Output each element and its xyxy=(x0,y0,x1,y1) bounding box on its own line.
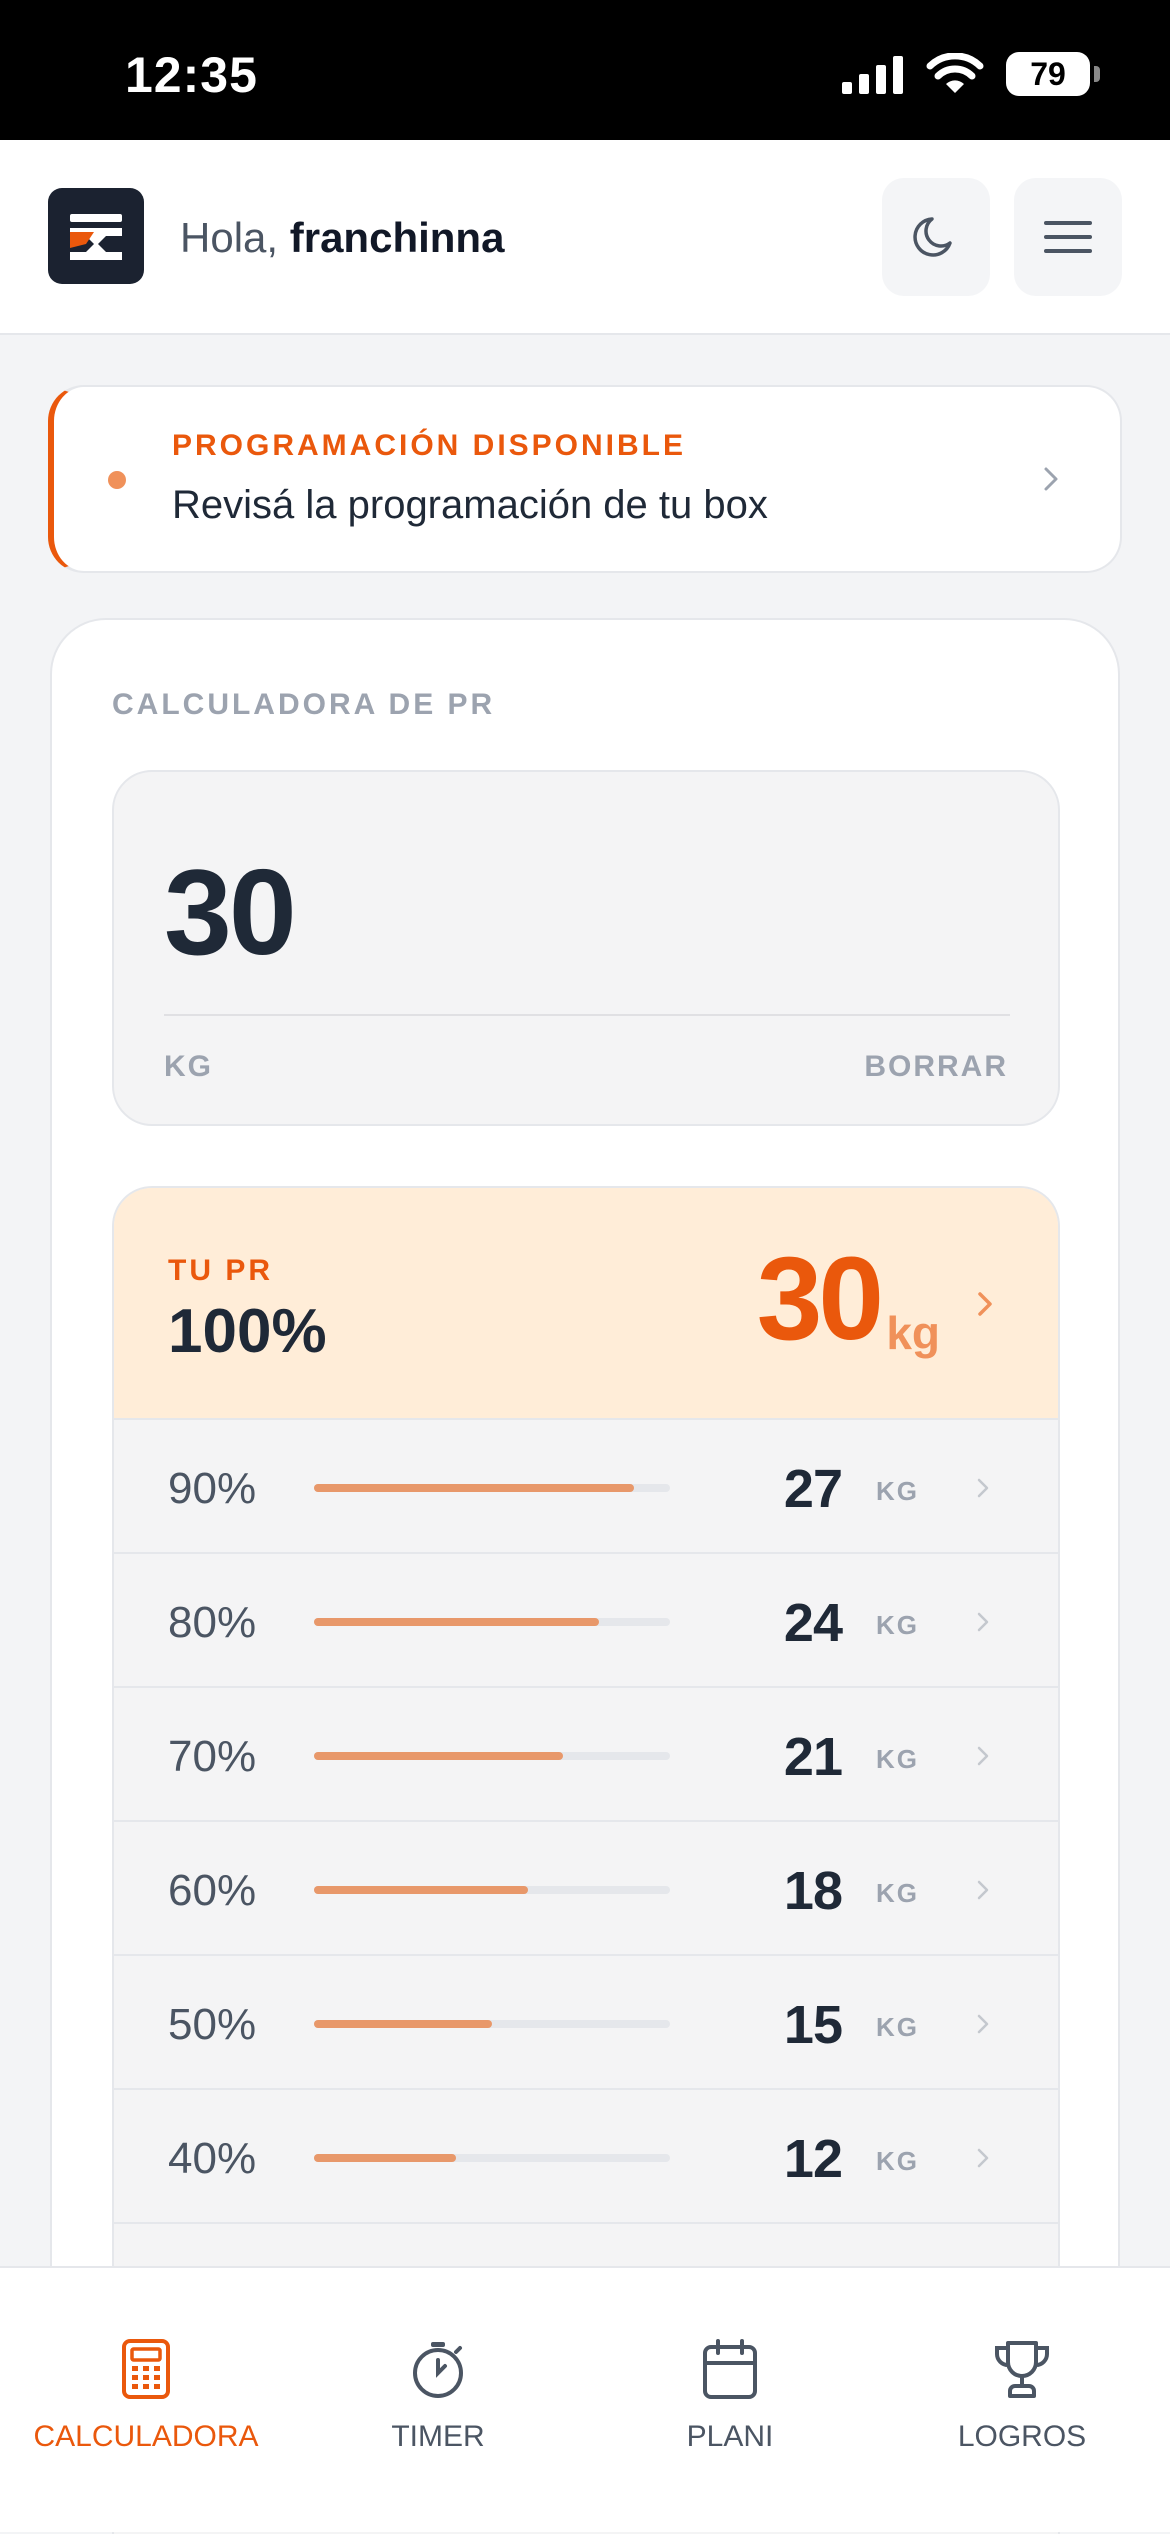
chevron-right-icon xyxy=(977,2014,989,2034)
nav-calculadora[interactable]: CALCULADORA xyxy=(0,2338,292,2454)
username: franchinna xyxy=(289,214,505,261)
row-weight: 18 xyxy=(783,1861,843,1921)
calculator-title: CALCULADORA DE PR xyxy=(112,688,496,721)
greeting: Hola, franchinna xyxy=(180,214,504,262)
chevron-right-icon xyxy=(977,2148,989,2168)
percentage-bar-fill xyxy=(314,2154,457,2162)
row-weight: 24 xyxy=(783,1593,843,1653)
calculator-icon xyxy=(122,2339,170,2399)
row-unit: KG xyxy=(876,1610,919,1640)
moon-icon xyxy=(913,217,952,257)
nav-timer[interactable]: TIMER xyxy=(292,2338,584,2454)
status-icons: 79 xyxy=(842,52,1100,96)
row-unit: KG xyxy=(876,2146,919,2176)
row-unit: KG xyxy=(876,1476,919,1506)
calendar-icon xyxy=(703,2339,757,2399)
stopwatch-icon xyxy=(413,2342,463,2398)
notice-title: PROGRAMACIÓN DISPONIBLE xyxy=(172,429,687,462)
row-percent: 80% xyxy=(168,1598,257,1647)
notice-text: Revisá la programación de tu box xyxy=(172,483,768,527)
row-weight: 27 xyxy=(783,1459,843,1519)
schedule-available-banner[interactable]: PROGRAMACIÓN DISPONIBLE Revisá la progra… xyxy=(48,385,1122,573)
chevron-right-icon xyxy=(977,1478,989,1498)
chevron-right-icon xyxy=(1044,467,1058,491)
percentage-bar xyxy=(314,2154,670,2162)
notice-dot xyxy=(108,471,126,489)
wifi-icon xyxy=(926,53,984,93)
percentage-row[interactable]: 90% 27 KG xyxy=(114,1420,1058,1554)
status-bar: 12:35 79 xyxy=(0,0,1170,140)
pr-percent: 100% xyxy=(168,1297,327,1366)
percentage-bar-fill xyxy=(314,2020,492,2028)
chevron-right-icon xyxy=(977,1880,989,1900)
hamburger-menu-icon xyxy=(1044,221,1092,253)
percentage-bar-fill xyxy=(314,1886,528,1894)
percentage-row[interactable]: 80% 24 KG xyxy=(114,1554,1058,1688)
percentage-row[interactable]: 50% 15 KG xyxy=(114,1956,1058,2090)
nav-logros-label: LOGROS xyxy=(957,2420,1087,2453)
theme-toggle-button[interactable] xyxy=(882,178,990,296)
percentage-bar xyxy=(314,1752,670,1760)
nav-logros[interactable]: LOGROS xyxy=(876,2338,1168,2454)
row-percent: 40% xyxy=(168,2134,257,2183)
percentage-row[interactable]: 60% 18 KG xyxy=(114,1822,1058,1956)
nav-plani-label: PLANI xyxy=(686,2420,774,2453)
percentage-row[interactable]: 40% 12 KG xyxy=(114,2090,1058,2224)
percentage-bar xyxy=(314,1484,670,1492)
pr-unit: kg xyxy=(886,1307,940,1359)
percentage-bar xyxy=(314,1886,670,1894)
percentage-bar-fill xyxy=(314,1618,599,1626)
clear-button[interactable]: BORRAR xyxy=(864,1050,1008,1084)
weight-input-box[interactable]: 30 KG BORRAR xyxy=(112,770,1060,1126)
row-weight: 21 xyxy=(783,1727,843,1787)
percentage-row[interactable]: 70% 21 KG xyxy=(114,1688,1058,1822)
status-time: 12:35 xyxy=(125,47,258,103)
percentage-bar xyxy=(314,2020,670,2028)
menu-button[interactable] xyxy=(1014,178,1122,296)
chevron-right-icon xyxy=(977,1746,989,1766)
pr-row[interactable]: TU PR 100% 30 kg xyxy=(114,1188,1058,1420)
pr-value: 30 xyxy=(756,1233,884,1365)
pr-calculator-card: CALCULADORA DE PR 30 KG BORRAR TU PR 100… xyxy=(50,618,1120,2534)
percentage-bar xyxy=(314,1618,670,1626)
cellular-signal-icon xyxy=(842,56,903,94)
percentage-bar-fill xyxy=(314,1484,635,1492)
row-weight: 15 xyxy=(783,1995,843,2055)
app-logo-icon xyxy=(70,214,122,260)
chevron-right-icon xyxy=(978,1292,992,1316)
weight-input-value[interactable]: 30 xyxy=(164,842,297,982)
app-logo[interactable] xyxy=(48,188,144,284)
row-percent: 50% xyxy=(168,2000,257,2049)
nav-timer-label: TIMER xyxy=(391,2420,485,2453)
input-divider xyxy=(164,1014,1010,1016)
row-unit: KG xyxy=(876,1744,919,1774)
row-percent: 70% xyxy=(168,1732,257,1781)
row-unit: KG xyxy=(876,2012,919,2042)
row-unit: KG xyxy=(876,1878,919,1908)
bottom-nav: CALCULADORA TIMER PLANI LOGROS xyxy=(0,2266,1170,2532)
percentage-bar-fill xyxy=(314,1752,564,1760)
trophy-icon xyxy=(995,2341,1049,2398)
greeting-text: Hola, xyxy=(180,214,279,261)
row-weight: 12 xyxy=(783,2129,843,2189)
chevron-right-icon xyxy=(977,1612,989,1632)
pr-label: TU PR xyxy=(168,1254,273,1287)
app-header: Hola, franchinna xyxy=(0,140,1170,335)
row-percent: 60% xyxy=(168,1866,257,1915)
battery-level: 79 xyxy=(1030,55,1066,92)
nav-plani[interactable]: PLANI xyxy=(584,2338,876,2454)
battery-indicator: 79 xyxy=(1006,52,1100,96)
weight-unit-label: KG xyxy=(164,1050,213,1083)
row-percent: 90% xyxy=(168,1464,257,1513)
nav-calculadora-label: CALCULADORA xyxy=(33,2420,259,2453)
